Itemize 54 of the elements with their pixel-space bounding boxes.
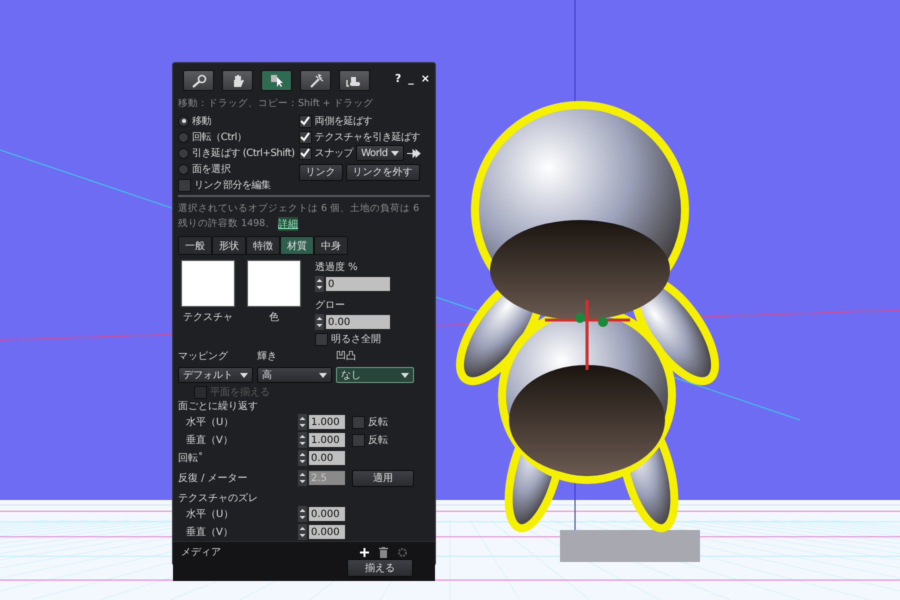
- tab[interactable]: 材質: [280, 236, 314, 255]
- number-field[interactable]: 0.000: [308, 506, 346, 522]
- checkbox-label: 反転: [368, 434, 388, 447]
- dropdown-label: 輝き: [257, 350, 278, 363]
- checkbox-label: 反転: [368, 416, 388, 429]
- radio-label: 移動: [192, 115, 212, 128]
- tab[interactable]: 中身: [314, 236, 348, 255]
- number-field[interactable]: 0.00: [308, 450, 346, 466]
- field-label: 反復 / メーター: [178, 472, 249, 485]
- info-text: 残りの許容数 1498、: [178, 217, 276, 231]
- number-field[interactable]: 0: [325, 276, 391, 292]
- help-button[interactable]: ?: [394, 72, 402, 85]
- number-field[interactable]: 0.000: [308, 524, 346, 540]
- tab[interactable]: 形状: [212, 236, 246, 255]
- swatch-label: 色: [269, 311, 279, 324]
- checkbox-label: 平面を揃える: [210, 386, 270, 399]
- info-text: 選択されているオブジェクトは 6 個、土地の負荷は 6: [178, 202, 420, 216]
- link-button[interactable]: リンク: [298, 164, 343, 180]
- checkbox-label: 両側を延ばす: [314, 115, 372, 128]
- radio-label: 面を選択: [192, 163, 230, 176]
- dropdown-label: マッピング: [178, 350, 229, 363]
- swatch-label: テクスチャ: [183, 311, 233, 324]
- minimize-button[interactable]: _: [408, 72, 414, 85]
- details-link[interactable]: 詳細: [278, 217, 298, 231]
- section-title: テクスチャのズレ: [178, 492, 259, 505]
- field-label: 垂直（V）: [185, 526, 234, 539]
- field-label: 透過度 %: [315, 260, 359, 274]
- number-field[interactable]: 0.00: [325, 314, 391, 330]
- number-field[interactable]: 1.000: [308, 432, 346, 448]
- checkbox-label: テクスチャを引き延ばす: [314, 131, 420, 144]
- snap-dropdown[interactable]: World: [356, 145, 404, 161]
- field-label: 垂直（V）: [185, 434, 234, 447]
- section-title: 面ごとに繰り返す: [178, 400, 259, 413]
- tab[interactable]: 特徴: [246, 236, 280, 255]
- checkbox-label: スナップ: [314, 146, 354, 160]
- checkbox-label: 明るさ全開: [331, 333, 381, 346]
- hint-text: 移動：ドラッグ、コピー：Shift + ドラッグ: [178, 97, 375, 110]
- dropdown[interactable]: 高: [257, 367, 332, 383]
- radio-label: 引き延ばす (Ctrl+Shift): [192, 147, 295, 160]
- dropdown[interactable]: なし: [336, 367, 414, 383]
- dropdown[interactable]: デフォルト: [178, 367, 253, 383]
- field-label: 水平（U）: [185, 508, 234, 521]
- number-field[interactable]: 1.000: [308, 414, 346, 430]
- media-label: メディア: [181, 546, 221, 559]
- dropdown-label: 凹凸: [336, 350, 357, 363]
- field-label: 回転˚: [178, 451, 204, 465]
- align-button[interactable]: 揃える: [347, 559, 413, 577]
- checkbox-label: リンク部分を編集: [194, 178, 271, 192]
- field-label: 水平（U）: [185, 416, 234, 429]
- close-button[interactable]: ×: [420, 72, 430, 85]
- unlink-button[interactable]: リンクを外す: [346, 164, 420, 180]
- radio-label: 回転（Ctrl）: [192, 131, 247, 144]
- tab[interactable]: 一般: [178, 236, 212, 255]
- field-label: グロー: [315, 299, 346, 312]
